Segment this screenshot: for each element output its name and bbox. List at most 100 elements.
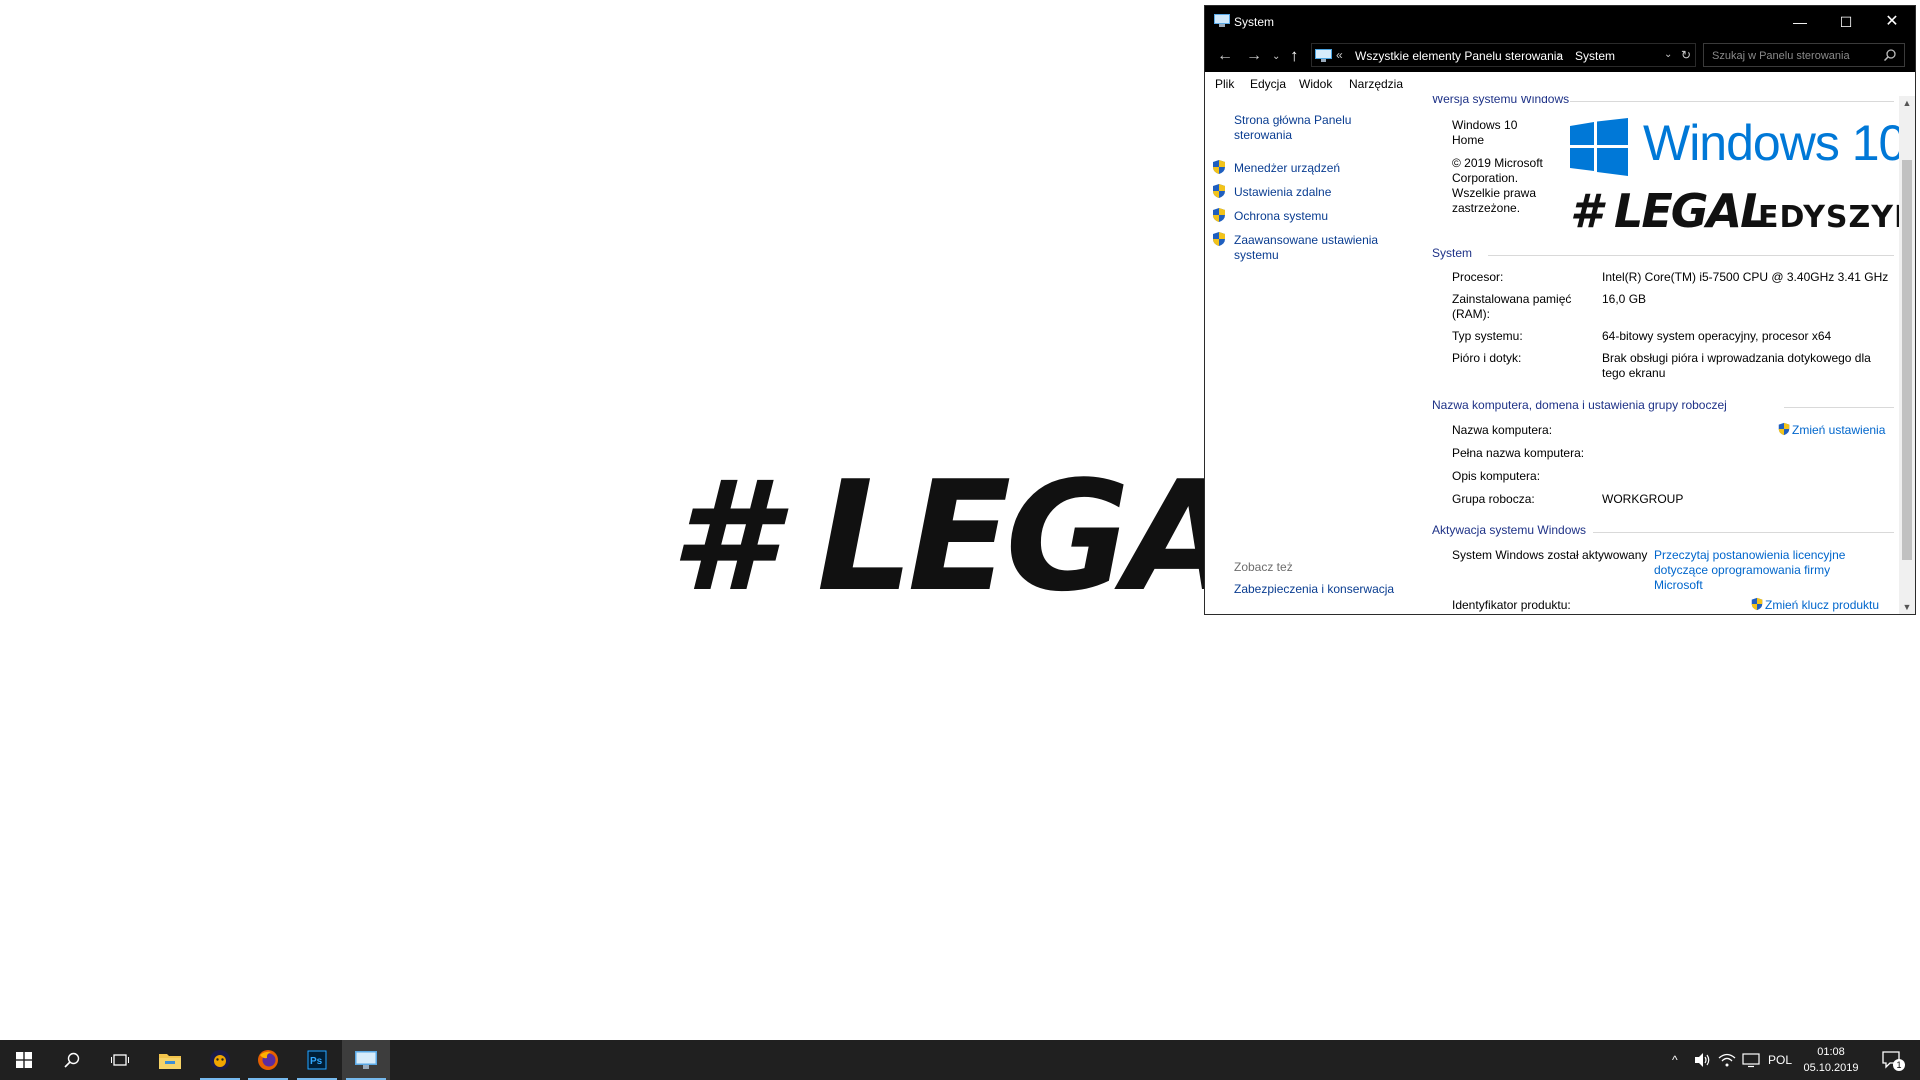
network-icon[interactable] (1718, 1052, 1736, 1068)
window-title: System (1234, 15, 1275, 29)
left-pane: Strona główna Panelu sterowania Menedżer… (1205, 96, 1420, 614)
edition-name: Windows 10 Home (1452, 118, 1518, 147)
remote-settings-link[interactable]: Ustawienia zdalne (1234, 185, 1404, 200)
input-language-indicator[interactable]: POL (1768, 1040, 1792, 1080)
menu-widok[interactable]: Widok (1299, 77, 1332, 91)
path-box[interactable]: « Wszystkie elementy Panelu sterowania ›… (1311, 43, 1696, 67)
uac-shield-icon (1213, 232, 1225, 246)
file-explorer-icon (159, 1054, 181, 1069)
computer-name-label: Nazwa komputera: (1452, 423, 1553, 437)
ram-value: 16,0 GB (1602, 292, 1647, 306)
license-terms-link[interactable]: Przeczytaj postanowienia licencyjne doty… (1654, 548, 1864, 593)
forward-arrow-icon[interactable]: → (1246, 47, 1262, 65)
product-id-label: Identyfikator produktu: (1452, 598, 1571, 612)
mascot-app-icon (210, 1050, 230, 1070)
start-button[interactable] (0, 1040, 48, 1080)
ram-label: Zainstalowana pamięć (RAM): (1452, 292, 1572, 321)
path-overflow-icon[interactable]: « (1336, 48, 1343, 62)
up-arrow-icon[interactable]: ↑ (1290, 46, 1299, 66)
menu-bar: Plik Edycja Widok Narzędzia (1205, 72, 1915, 96)
see-also-heading: Zobacz też (1234, 560, 1293, 574)
workgroup-label: Grupa robocza: (1452, 492, 1535, 506)
volume-icon[interactable] (1694, 1052, 1712, 1068)
windows-logo-icon (1570, 118, 1628, 176)
taskbar-firefox[interactable] (244, 1040, 292, 1080)
activation-status: System Windows został aktywowany (1452, 548, 1648, 562)
menu-plik[interactable]: Plik (1215, 77, 1234, 91)
action-center-button[interactable]: 1 (1872, 1040, 1920, 1080)
scroll-down-arrow-icon[interactable]: ▼ (1899, 602, 1915, 612)
display-icon[interactable] (1742, 1052, 1760, 1068)
taskbar-file-explorer[interactable] (146, 1040, 194, 1080)
uac-shield-icon (1778, 422, 1790, 436)
clock-time: 01:08 (1817, 1046, 1845, 1058)
control-panel-home-link[interactable]: Strona główna Panelu sterowania (1234, 113, 1374, 143)
control-panel-icon (1315, 49, 1332, 62)
right-pane: Wersja systemu Windows Windows 10 Home ©… (1428, 96, 1915, 614)
edition-heading: Wersja systemu Windows (1432, 96, 1570, 106)
task-view-icon (111, 1054, 129, 1066)
taskbar-system-window[interactable] (342, 1040, 390, 1080)
change-settings-link[interactable]: Zmień ustawienia (1792, 423, 1885, 438)
system-type-label: Typ systemu: (1452, 329, 1523, 343)
task-view-button[interactable] (96, 1040, 144, 1080)
wallpaper-legal-text: # LEGAL (670, 448, 1333, 625)
system-window: System — ☐ ✕ ← → ⌄ ↑ « Wszystkie element… (1204, 5, 1916, 615)
pen-touch-value: Brak obsługi pióra i wprowadzania dotyko… (1602, 351, 1871, 380)
advanced-system-settings-link[interactable]: Zaawansowane ustawienia systemu (1234, 233, 1389, 263)
search-input[interactable] (1710, 47, 1879, 65)
taskbar: Ps ^ POL 01:08 05.10.2019 1 (0, 1040, 1920, 1080)
security-maintenance-link[interactable]: Zabezpieczenia i konserwacja (1234, 582, 1404, 597)
show-hidden-icons-chevron[interactable]: ^ (1672, 1040, 1678, 1080)
close-button[interactable]: ✕ (1869, 6, 1915, 38)
uac-shield-icon (1213, 208, 1225, 222)
back-arrow-icon[interactable]: ← (1217, 47, 1233, 65)
section-divider (1593, 532, 1894, 533)
maximize-button[interactable]: ☐ (1823, 6, 1869, 38)
section-divider (1570, 101, 1894, 102)
search-button[interactable] (48, 1040, 96, 1080)
minimize-button[interactable]: — (1777, 6, 1823, 38)
svg-text:Ps: Ps (310, 1056, 323, 1067)
uac-shield-icon (1213, 184, 1225, 198)
system-heading: System (1432, 246, 1473, 260)
section-divider (1488, 255, 1894, 256)
search-box[interactable] (1703, 43, 1905, 67)
system-app-icon (1214, 14, 1230, 27)
search-icon[interactable] (1884, 49, 1896, 61)
windows-start-icon (16, 1052, 32, 1068)
system-type-value: 64-bitowy system operacyjny, procesor x6… (1602, 329, 1832, 343)
device-manager-link[interactable]: Menedżer urządzeń (1234, 161, 1404, 176)
refresh-icon[interactable]: ↻ (1681, 48, 1691, 62)
firefox-icon (258, 1050, 278, 1070)
path-dropdown-chevron-icon[interactable]: ⌄ (1664, 49, 1672, 60)
breadcrumb-all-control-panel-items[interactable]: Wszystkie elementy Panelu sterowania (1355, 49, 1563, 63)
pen-touch-label: Pióro i dotyk: (1452, 351, 1522, 365)
vertical-scrollbar[interactable]: ▲ ▼ (1899, 96, 1915, 614)
notification-count-badge: 1 (1893, 1059, 1905, 1071)
breadcrumb-system[interactable]: System (1575, 49, 1615, 63)
copyright-text: © 2019 Microsoft Corporation. Wszelkie p… (1452, 156, 1543, 215)
computer-name-heading: Nazwa komputera, domena i ustawienia gru… (1432, 398, 1727, 412)
section-divider (1784, 407, 1894, 408)
taskbar-photoshop[interactable]: Ps (293, 1040, 341, 1080)
system-protection-link[interactable]: Ochrona systemu (1234, 209, 1404, 224)
change-product-key-link[interactable]: Zmień klucz produktu (1765, 598, 1879, 613)
menu-narzedzia[interactable]: Narzędzia (1349, 77, 1403, 91)
activation-heading: Aktywacja systemu Windows (1432, 523, 1587, 537)
photoshop-icon: Ps (307, 1050, 327, 1070)
address-bar: ← → ⌄ ↑ « Wszystkie elementy Panelu ster… (1205, 38, 1915, 72)
taskbar-app-1[interactable] (196, 1040, 244, 1080)
windows-10-logo-text: Windows 10 (1643, 115, 1906, 171)
breadcrumb-separator-icon[interactable]: › (1557, 48, 1561, 62)
clock[interactable]: 01:08 05.10.2019 (1796, 1044, 1866, 1076)
clock-date: 05.10.2019 (1803, 1062, 1859, 1074)
legal-edition-text: EDYSZYN (1758, 200, 1915, 235)
scroll-thumb[interactable] (1902, 160, 1912, 560)
workgroup-value: WORKGROUP (1602, 492, 1684, 506)
scroll-up-arrow-icon[interactable]: ▲ (1899, 98, 1915, 108)
processor-label: Procesor: (1452, 270, 1504, 284)
menu-edycja[interactable]: Edycja (1250, 77, 1286, 91)
recent-locations-chevron-icon[interactable]: ⌄ (1272, 51, 1280, 62)
title-bar[interactable]: System — ☐ ✕ (1205, 6, 1915, 38)
